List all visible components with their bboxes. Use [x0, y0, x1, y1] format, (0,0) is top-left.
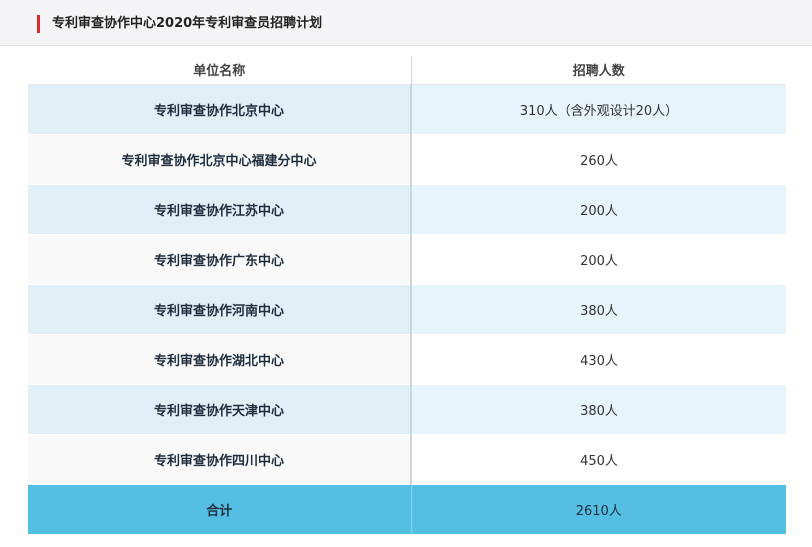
table-row: 专利审查协作四川中心 450人: [28, 434, 786, 485]
unit-name-cell: 专利审查协作江苏中心: [28, 184, 412, 235]
recruit-count-cell: 450人: [411, 434, 786, 485]
recruit-count-cell: 200人: [411, 234, 786, 285]
table-row: 专利审查协作天津中心 380人: [28, 384, 786, 435]
unit-name-cell: 专利审查协作天津中心: [28, 384, 412, 435]
unit-name-cell: 专利审查协作广东中心: [28, 234, 412, 285]
section-header: 专利审查协作中心2020年专利审查员招聘计划: [0, 0, 812, 46]
recruit-count-cell: 200人: [411, 184, 786, 235]
unit-name-cell: 专利审查协作湖北中心: [28, 334, 412, 385]
total-row: 合计 2610人: [28, 484, 786, 535]
table-row: 专利审查协作湖北中心 430人: [28, 334, 786, 385]
table-row: 专利审查协作北京中心福建分中心 260人: [28, 134, 786, 185]
unit-name-cell: 专利审查协作北京中心福建分中心: [28, 134, 412, 185]
unit-name-cell: 专利审查协作四川中心: [28, 434, 412, 485]
unit-name-cell: 专利审查协作河南中心: [28, 284, 412, 335]
section-title: 专利审查协作中心2020年专利审查员招聘计划: [52, 16, 323, 31]
total-count-cell: 2610人: [411, 484, 786, 535]
recruit-count-cell: 430人: [411, 334, 786, 385]
table-row: 专利审查协作江苏中心 200人: [28, 184, 786, 235]
table-header-row: 单位名称 招聘人数: [28, 56, 786, 85]
table-row: 专利审查协作广东中心 200人: [28, 234, 786, 285]
recruit-count-cell: 260人: [411, 134, 786, 185]
table-row: 专利审查协作河南中心 380人: [28, 284, 786, 335]
recruitment-table: 单位名称 招聘人数 专利审查协作北京中心 310人（含外观设计20人） 专利审查…: [28, 56, 786, 535]
table-row: 专利审查协作北京中心 310人（含外观设计20人）: [28, 84, 786, 135]
unit-name-cell: 专利审查协作北京中心: [28, 84, 412, 135]
recruit-count-cell: 310人（含外观设计20人）: [411, 84, 786, 135]
recruit-count-cell: 380人: [411, 384, 786, 435]
recruit-count-cell: 380人: [411, 284, 786, 335]
total-label-cell: 合计: [28, 484, 412, 535]
column-header-count: 招聘人数: [411, 56, 786, 85]
title-accent-bar: [37, 15, 40, 33]
column-header-unit: 单位名称: [28, 56, 412, 85]
